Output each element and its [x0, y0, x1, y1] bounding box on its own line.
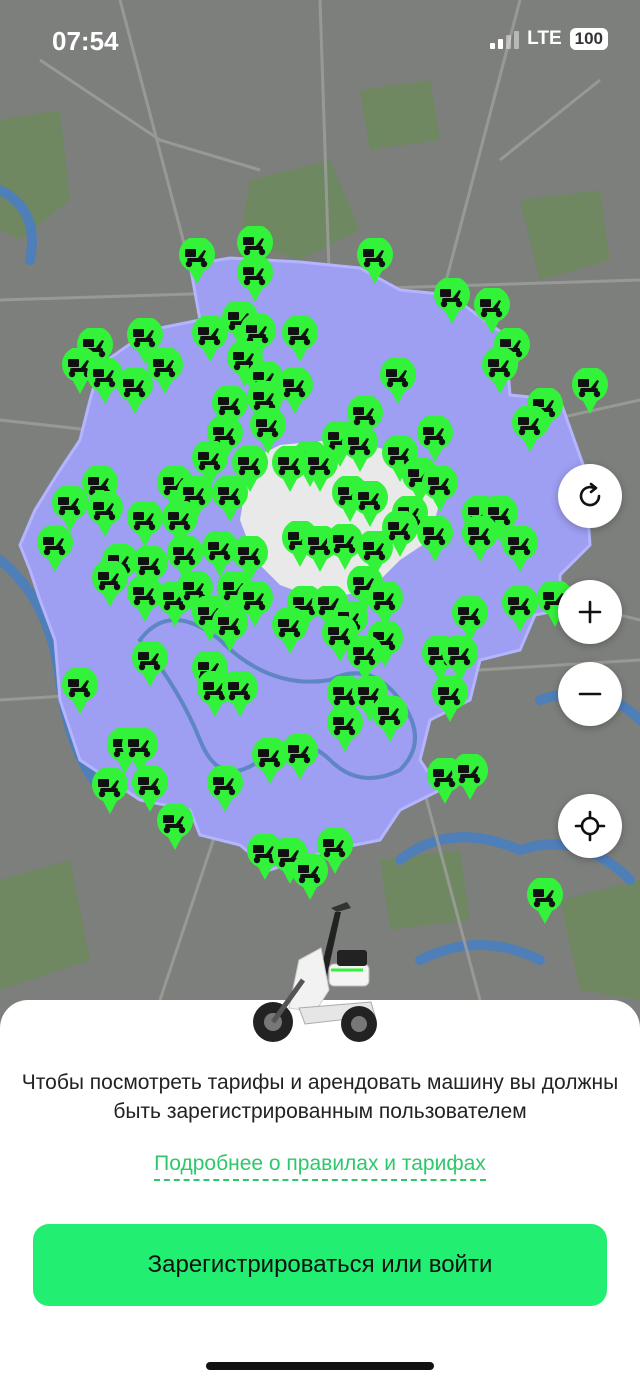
- refresh-icon: [579, 482, 601, 507]
- signal-icon: [490, 29, 520, 49]
- locate-button[interactable]: [558, 794, 622, 858]
- refresh-button[interactable]: [558, 464, 622, 528]
- zoom-out-button[interactable]: [558, 662, 622, 726]
- home-indicator: [206, 1362, 434, 1370]
- zoom-in-button[interactable]: [558, 580, 622, 644]
- moped-image: [253, 902, 377, 1042]
- plus-icon: [578, 600, 602, 624]
- status-time: 07:54: [52, 26, 119, 56]
- minus-icon: [578, 692, 602, 696]
- bottom-sheet: [0, 1000, 640, 1386]
- status-indicators: LTE 100: [490, 28, 608, 50]
- status-bar: 07:54 LTE 100: [0, 0, 640, 80]
- rules-and-tariffs-link[interactable]: Подробнее о правилах и тарифах: [154, 1152, 486, 1181]
- network-type: LTE: [527, 28, 562, 49]
- crosshair-icon: [574, 810, 606, 842]
- battery-icon: 100: [569, 28, 608, 50]
- rules-link-container: Подробнее о правилах и тарифах: [0, 1152, 640, 1181]
- register-or-login-button[interactable]: Зарегистрироваться или войти: [33, 1224, 607, 1306]
- registration-message: Чтобы посмотреть тарифы и арендовать маш…: [21, 1071, 619, 1123]
